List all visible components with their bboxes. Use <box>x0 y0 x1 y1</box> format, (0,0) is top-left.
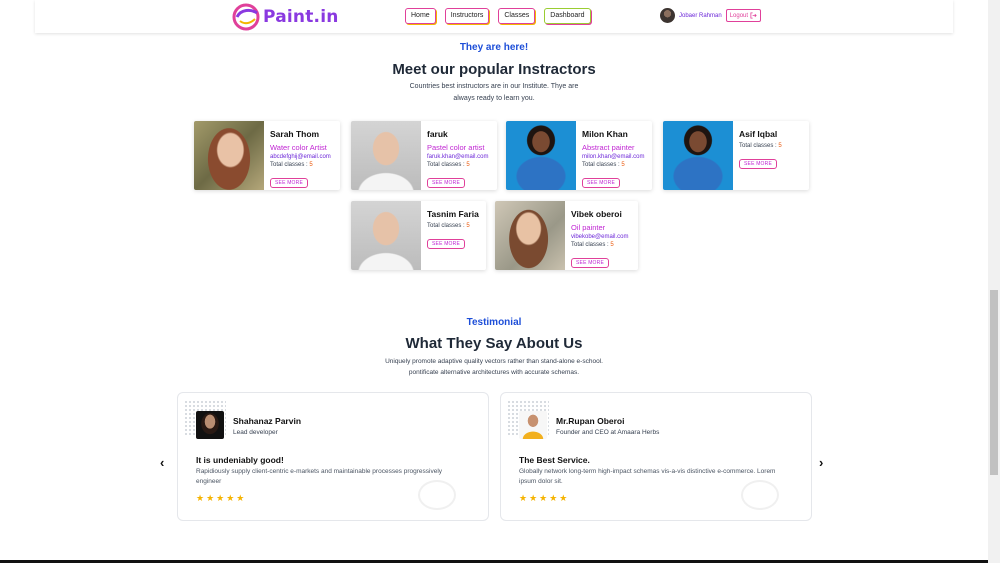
testimonial-heading: It is undeniably good! <box>196 455 284 465</box>
classes-label: Total classes : <box>739 143 777 149</box>
quote-icon <box>418 480 456 510</box>
testimonial-role: Founder and CEO at Amaara Herbs <box>556 429 660 436</box>
instructor-photo <box>194 121 264 190</box>
quote-icon <box>741 480 779 510</box>
instructor-role: Abstract painter <box>582 143 635 152</box>
classes-count: 5 <box>466 162 470 168</box>
instructor-card: Sarah Thom Water color Artist abcdefghij… <box>194 121 340 190</box>
testimonial-heading: The Best Service. <box>519 455 590 465</box>
brand-name: Paint.in <box>263 7 339 27</box>
instructor-classes: Total classes : 5 <box>270 162 338 168</box>
star-rating: ★★★★★ <box>519 493 570 503</box>
instructors-title: Meet our popular Instractors <box>392 61 596 78</box>
avatar[interactable] <box>660 8 675 23</box>
instructors-kicker: They are here! <box>459 42 529 53</box>
classes-count: 5 <box>610 242 614 248</box>
instructor-classes: Total classes : 5 <box>739 143 807 149</box>
testimonial-title: What They Say About Us <box>405 335 583 352</box>
classes-count: 5 <box>466 223 470 229</box>
instructor-photo <box>663 121 733 190</box>
testimonial-subtitle-line2: pontificate alternative architectures wi… <box>408 369 580 376</box>
instructor-role: Oil painter <box>571 223 606 232</box>
instructor-name: Sarah Thom <box>270 129 320 139</box>
testimonial-name: Mr.Rupan Oberoi <box>556 416 625 426</box>
classes-count: 5 <box>621 162 625 168</box>
user-name: Jobaer Rahman <box>679 12 722 19</box>
classes-count: 5 <box>778 143 782 149</box>
see-more-button[interactable]: SEE MORE <box>427 239 465 249</box>
instructor-name: Tasnim Faria <box>427 209 479 219</box>
instructor-name: Asif Iqbal <box>739 129 778 139</box>
instructor-photo <box>495 201 565 270</box>
instructor-classes: Total classes : 5 <box>582 162 650 168</box>
instructor-role: Water color Artist <box>270 143 327 152</box>
instructor-card: Tasnim Faria Total classes : 5 SEE MORE <box>351 201 486 270</box>
instructor-photo <box>351 201 421 270</box>
testimonial-name: Shahanaz Parvin <box>233 416 302 426</box>
instructor-card: faruk Pastel color artist faruk.khan@ema… <box>351 121 497 190</box>
brand-logo[interactable]: Paint.in <box>231 3 339 31</box>
scrollbar-thumb[interactable] <box>990 290 998 475</box>
testimonial-subtitle-line1: Uniquely promote adaptive quality vector… <box>385 358 603 365</box>
logout-icon <box>750 12 757 19</box>
carousel-next-icon[interactable]: › <box>819 455 823 470</box>
classes-label: Total classes : <box>427 223 465 229</box>
nav-dashboard-button[interactable]: Dashboard <box>544 8 591 24</box>
user-area: Jobaer Rahman Logout <box>660 8 762 23</box>
classes-count: 5 <box>309 162 313 168</box>
testimonial-role: Lead developer <box>233 429 278 436</box>
instructor-photo <box>351 121 421 190</box>
navbar: Paint.in Home Instructors Classes Dashbo… <box>35 0 953 33</box>
paint-logo-icon <box>232 3 260 31</box>
classes-label: Total classes : <box>427 162 465 168</box>
instructor-classes: Total classes : 5 <box>571 242 636 248</box>
avatar <box>196 411 224 439</box>
instructors-subtitle-line2: always ready to learn you. <box>453 95 535 102</box>
nav-links: Home Instructors Classes Dashboard <box>405 8 591 24</box>
nav-instructors-button[interactable]: Instructors <box>444 8 490 24</box>
instructor-classes: Total classes : 5 <box>427 162 495 168</box>
avatar <box>519 411 547 439</box>
testimonial-card: Mr.Rupan Oberoi Founder and CEO at Amaar… <box>500 392 812 521</box>
instructors-subtitle-line1: Countries best instructors are in our In… <box>409 83 579 90</box>
instructor-name: Milon Khan <box>582 129 628 139</box>
instructor-name: faruk <box>427 129 448 139</box>
instructor-card: Milon Khan Abstract painter milon.khan@e… <box>506 121 652 190</box>
testimonial-subtitle: Uniquely promote adaptive quality vector… <box>344 356 644 378</box>
classes-label: Total classes : <box>270 162 308 168</box>
see-more-button[interactable]: SEE MORE <box>582 178 620 188</box>
page: Paint.in Home Instructors Classes Dashbo… <box>0 0 1000 563</box>
instructors-subtitle: Countries best instructors are in our In… <box>390 81 598 105</box>
instructor-classes: Total classes : 5 <box>427 223 484 229</box>
see-more-button[interactable]: SEE MORE <box>270 178 308 188</box>
instructor-card: Asif Iqbal Total classes : 5 SEE MORE <box>663 121 809 190</box>
classes-label: Total classes : <box>571 242 609 248</box>
testimonial-kicker: Testimonial <box>466 317 522 328</box>
instructor-photo <box>506 121 576 190</box>
instructor-name: Vibek oberoi <box>571 209 622 219</box>
carousel-prev-icon[interactable]: ‹ <box>160 455 164 470</box>
classes-label: Total classes : <box>582 162 620 168</box>
see-more-button[interactable]: SEE MORE <box>571 258 609 268</box>
star-rating: ★★★★★ <box>196 493 247 503</box>
instructor-card: Vibek oberoi Oil painter vibekobe@email.… <box>495 201 638 270</box>
see-more-button[interactable]: SEE MORE <box>427 178 465 188</box>
logout-button[interactable]: Logout <box>725 9 762 22</box>
testimonial-card: Shahanaz Parvin Lead developer It is und… <box>177 392 489 521</box>
instructor-email: faruk.khan@email.com <box>427 154 489 160</box>
see-more-button[interactable]: SEE MORE <box>739 159 777 169</box>
logout-label: Logout <box>729 12 749 19</box>
instructor-role: Pastel color artist <box>427 143 485 152</box>
nav-home-button[interactable]: Home <box>405 8 436 24</box>
instructor-email: vibekobe@email.com <box>571 234 629 240</box>
instructor-email: abcdefghij@email.com <box>270 154 331 160</box>
page-scrollbar[interactable] <box>988 0 1000 563</box>
nav-classes-button[interactable]: Classes <box>498 8 536 24</box>
instructor-email: milon.khan@email.com <box>582 154 645 160</box>
